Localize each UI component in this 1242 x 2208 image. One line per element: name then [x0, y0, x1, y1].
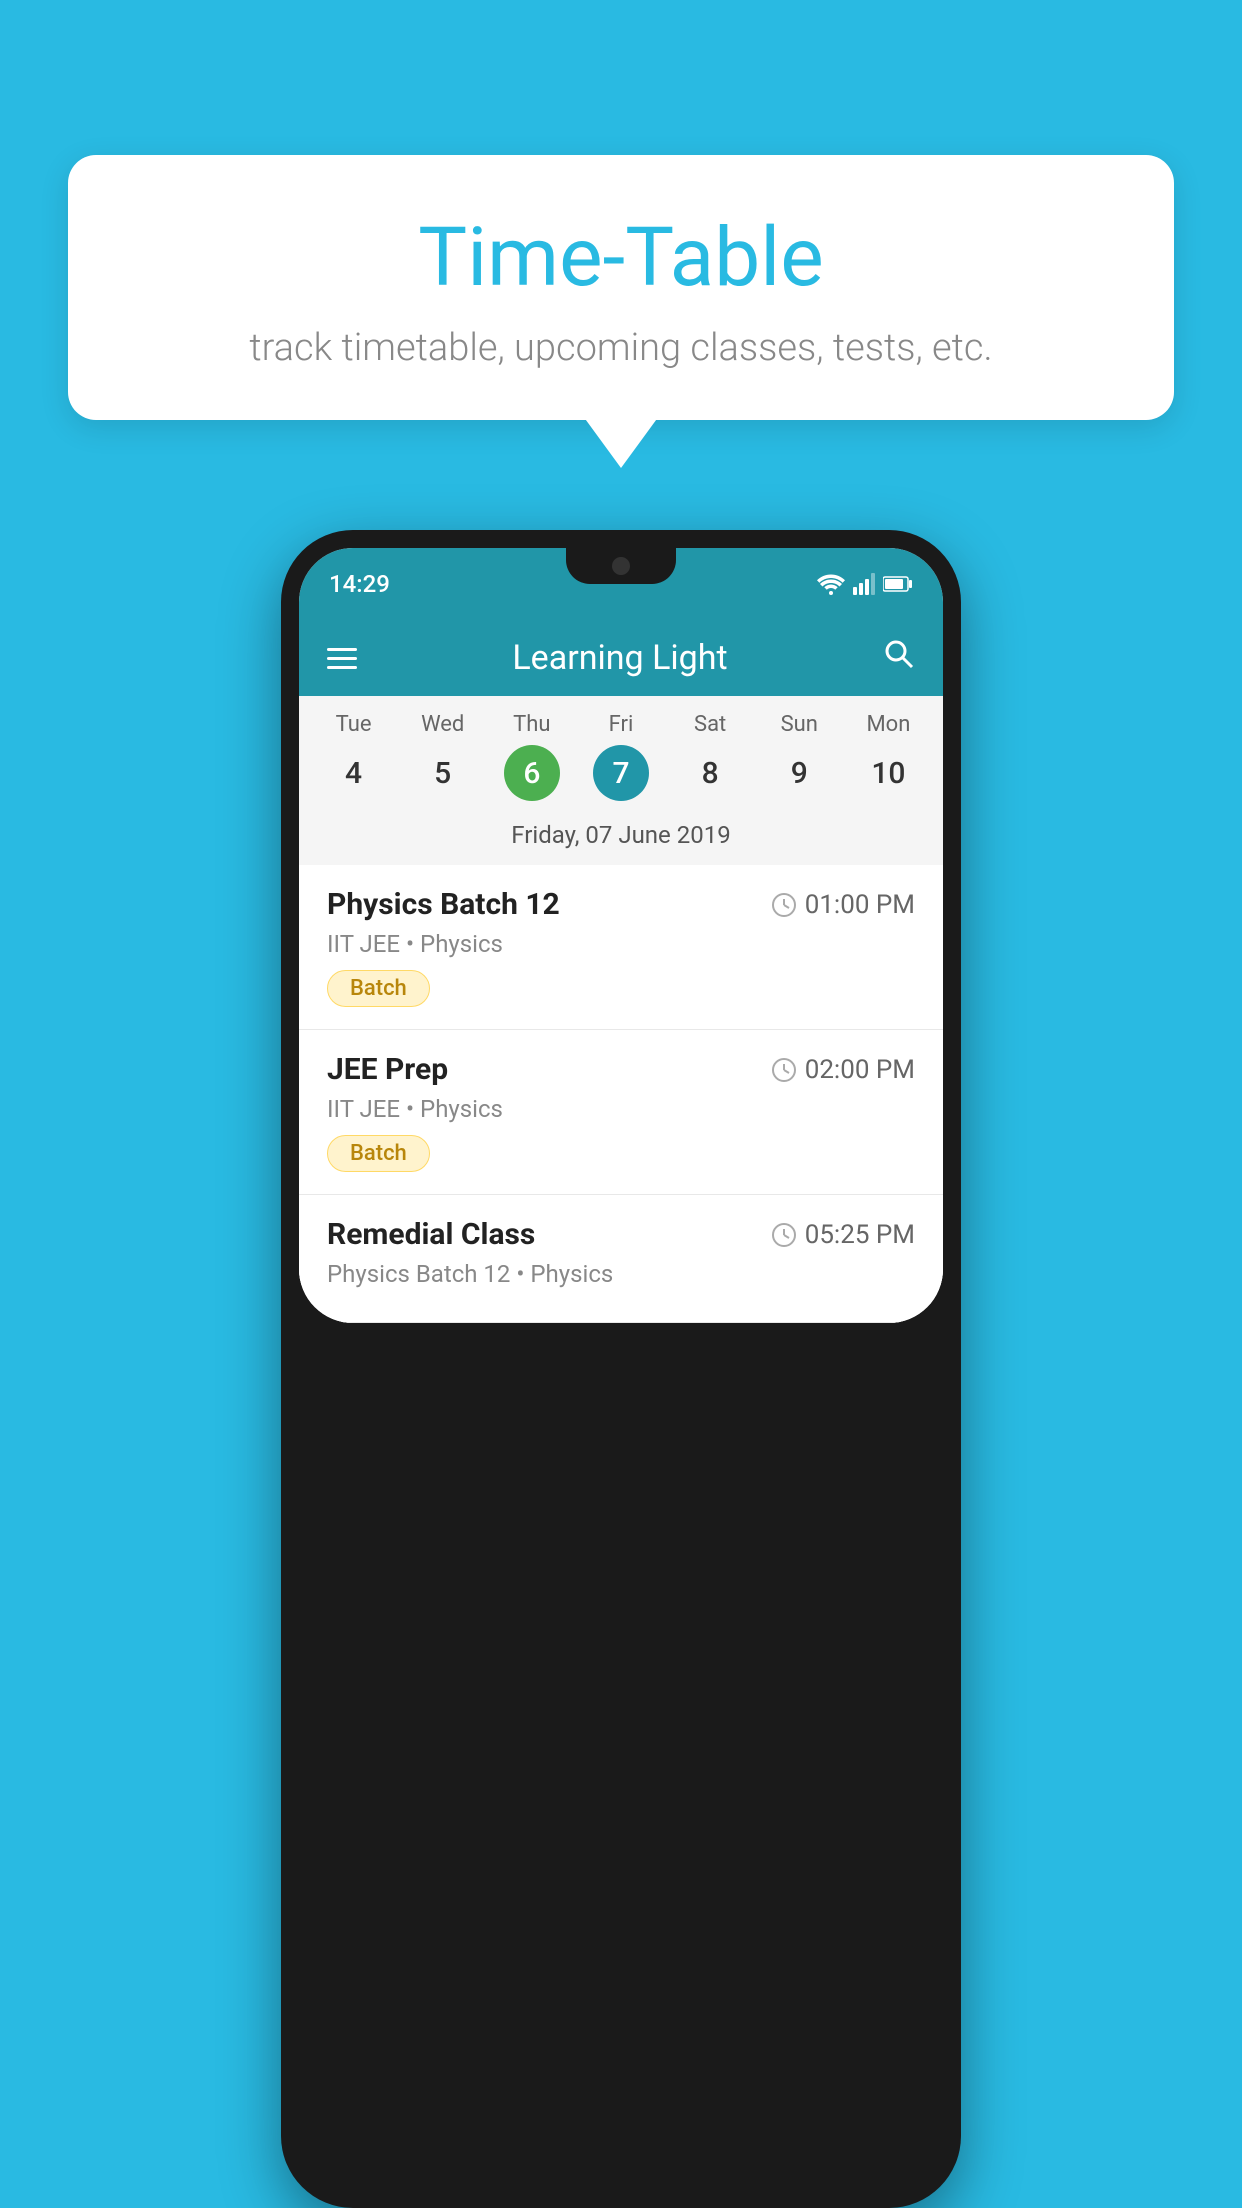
phone-wrapper: 14:29 — [68, 530, 1174, 2208]
clock-icon — [771, 1222, 797, 1248]
time-text: 05:25 PM — [805, 1220, 915, 1250]
day-number[interactable]: 9 — [771, 745, 827, 801]
day-name: Tue — [336, 712, 372, 737]
search-button[interactable] — [883, 638, 915, 678]
notch — [566, 548, 676, 584]
app-header: Learning Light — [299, 620, 943, 696]
phone-device: 14:29 — [281, 530, 961, 2208]
signal-icon — [853, 573, 875, 595]
tooltip-card: Time-Table track timetable, upcoming cla… — [68, 155, 1174, 420]
status-bar: 14:29 — [299, 548, 943, 620]
day-col-mon[interactable]: Mon 10 — [848, 712, 928, 801]
day-name: Thu — [513, 712, 550, 737]
day-col-wed[interactable]: Wed 5 — [403, 712, 483, 801]
selected-date-label: Friday, 07 June 2019 — [309, 811, 933, 857]
day-col-thu[interactable]: Thu 6 — [492, 712, 572, 801]
time-text: 01:00 PM — [805, 890, 915, 920]
schedule-item[interactable]: Physics Batch 12 01:00 PM IIT JEE • Physic… — [299, 865, 943, 1030]
calendar-strip: Tue 4 Wed 5 Thu 6 Fri 7 Sat 8 Sun 9 Mon 10 Friday, 07… — [299, 696, 943, 865]
batch-tag: Batch — [327, 970, 430, 1007]
day-col-tue[interactable]: Tue 4 — [314, 712, 394, 801]
day-number[interactable]: 5 — [415, 745, 471, 801]
day-name: Wed — [421, 712, 464, 737]
day-col-fri[interactable]: Fri 7 — [581, 712, 661, 801]
clock-icon — [771, 1057, 797, 1083]
schedule-item-title: JEE Prep — [327, 1052, 448, 1087]
app-title: Learning Light — [512, 638, 727, 678]
clock-icon — [771, 892, 797, 918]
schedule-meta: Physics Batch 12 • Physics — [327, 1260, 915, 1288]
day-number[interactable]: 8 — [682, 745, 738, 801]
schedule-time: 01:00 PM — [771, 890, 915, 920]
battery-icon — [883, 575, 913, 593]
day-number[interactable]: 7 — [593, 745, 649, 801]
schedule-item-header: JEE Prep 02:00 PM — [327, 1052, 915, 1087]
batch-tag: Batch — [327, 1135, 430, 1172]
day-name: Mon — [866, 712, 910, 737]
day-number[interactable]: 4 — [326, 745, 382, 801]
schedule-item[interactable]: JEE Prep 02:00 PM IIT JEE • Physics Batch — [299, 1030, 943, 1195]
day-name: Sat — [694, 712, 726, 737]
tooltip-title: Time-Table — [128, 210, 1114, 306]
schedule-meta: IIT JEE • Physics — [327, 1095, 915, 1123]
tooltip-subtitle: track timetable, upcoming classes, tests… — [128, 326, 1114, 370]
day-number[interactable]: 10 — [860, 745, 916, 801]
schedule-item[interactable]: Remedial Class 05:25 PM Physics Batch 12 •… — [299, 1195, 943, 1323]
day-number[interactable]: 6 — [504, 745, 560, 801]
schedule-time: 02:00 PM — [771, 1055, 915, 1085]
wifi-icon — [817, 573, 845, 595]
schedule-item-header: Remedial Class 05:25 PM — [327, 1217, 915, 1252]
hamburger-menu-button[interactable] — [327, 648, 357, 669]
schedule-meta: IIT JEE • Physics — [327, 930, 915, 958]
schedule-time: 05:25 PM — [771, 1220, 915, 1250]
schedule-container: Physics Batch 12 01:00 PM IIT JEE • Physic… — [299, 865, 943, 1323]
status-icons — [817, 573, 913, 595]
schedule-item-header: Physics Batch 12 01:00 PM — [327, 887, 915, 922]
schedule-item-title: Remedial Class — [327, 1217, 535, 1252]
day-col-sun[interactable]: Sun 9 — [759, 712, 839, 801]
status-time: 14:29 — [329, 570, 390, 598]
camera — [612, 557, 630, 575]
day-name: Sun — [781, 712, 818, 737]
day-col-sat[interactable]: Sat 8 — [670, 712, 750, 801]
phone-screen: 14:29 — [299, 548, 943, 1323]
days-row: Tue 4 Wed 5 Thu 6 Fri 7 Sat 8 Sun 9 Mon 10 — [309, 712, 933, 801]
schedule-item-title: Physics Batch 12 — [327, 887, 560, 922]
time-text: 02:00 PM — [805, 1055, 915, 1085]
day-name: Fri — [609, 712, 634, 737]
